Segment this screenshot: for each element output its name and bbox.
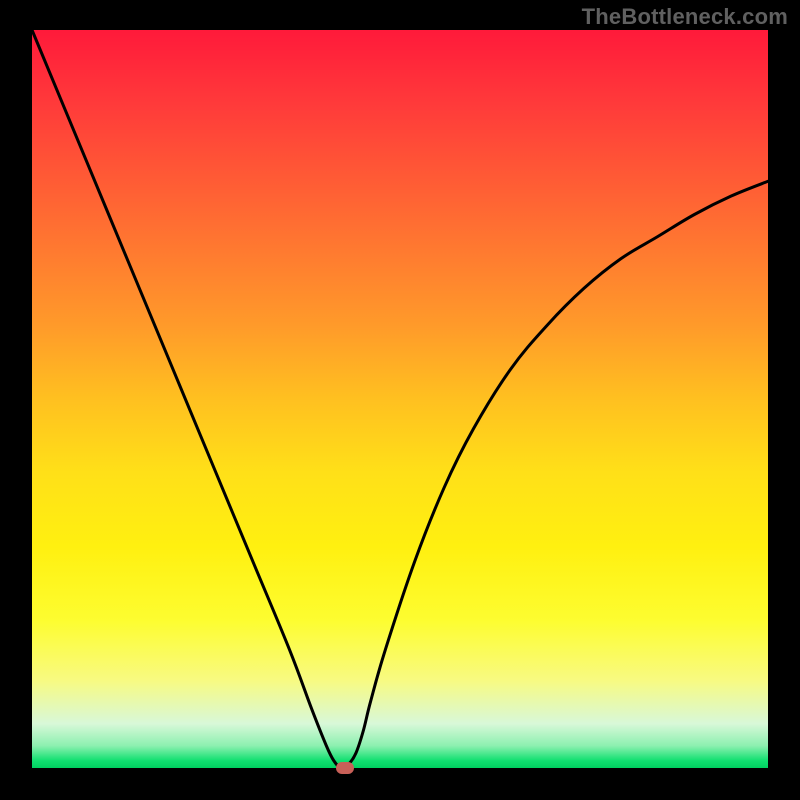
chart-frame: TheBottleneck.com — [0, 0, 800, 800]
bottleneck-curve — [32, 30, 768, 768]
curve-layer — [32, 30, 768, 768]
plot-area — [32, 30, 768, 768]
minimum-marker — [336, 762, 354, 774]
watermark-text: TheBottleneck.com — [582, 4, 788, 30]
